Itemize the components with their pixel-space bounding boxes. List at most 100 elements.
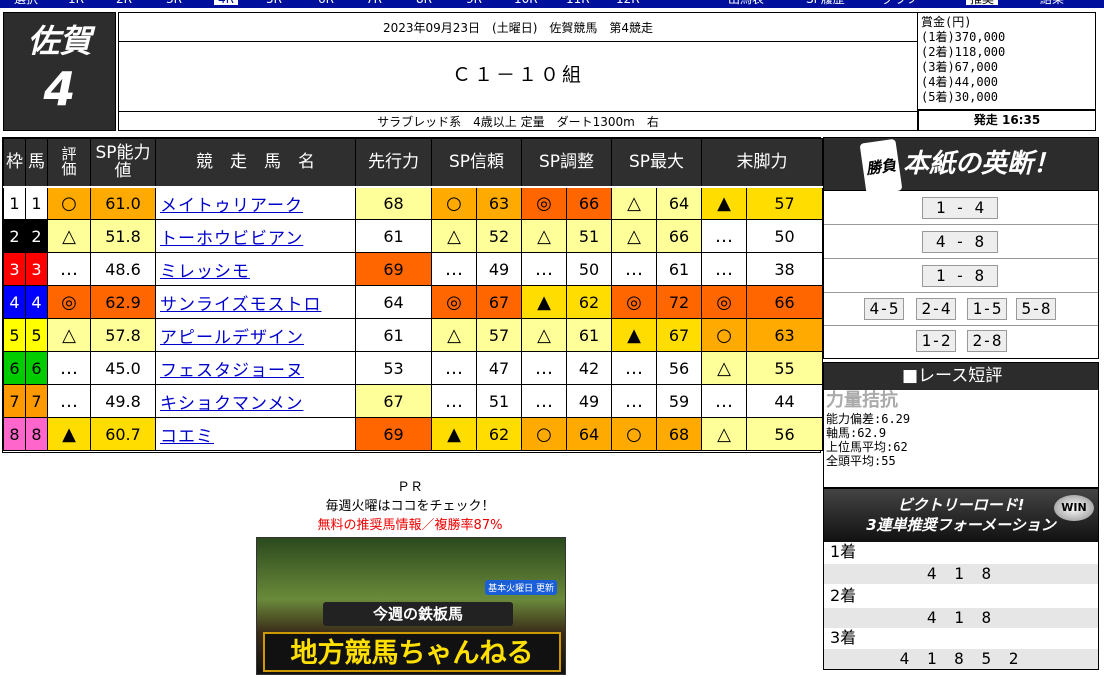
sp-shinrai-mark: ◎ (431, 285, 477, 319)
uma-cell: 1 (25, 186, 48, 220)
sp-max-mark: … (611, 384, 658, 418)
nav-tab[interactable]: 1R (68, 0, 84, 5)
header-hyoka: 評価 (47, 138, 91, 188)
victory-label-1: 1着 (830, 542, 857, 561)
uma-cell: 8 (25, 417, 48, 451)
sp-shinrai-value: 47 (475, 351, 523, 385)
suekyaku-value: 38 (746, 252, 824, 286)
waku-cell: 1 (3, 186, 26, 220)
nav-tab[interactable]: 9R (466, 0, 482, 5)
nav-tab[interactable]: 3R (166, 0, 182, 5)
horse-name-link[interactable]: メイトゥリアーク (155, 186, 356, 220)
uma-cell: 4 (25, 285, 48, 319)
sp-shinrai-mark: △ (431, 219, 477, 253)
pick-chip: 4 - 8 (922, 231, 998, 253)
pick-chip: 1 - 8 (922, 265, 998, 287)
pick-chip: 1 - 4 (922, 197, 998, 219)
suekyaku-mark: ▲ (701, 186, 748, 220)
sp-max-mark: … (611, 252, 658, 286)
race-review: ■レース短評 力量拮抗 能力偏差:6.29 軸馬:62.9 上位馬平均:62 全… (823, 362, 1099, 488)
nav-tab[interactable]: 6R (318, 0, 334, 5)
table-row: 1 1 ○ 61.0 メイトゥリアーク 68 ○ 63 ◎ 66 △ 64 ▲ 57 (3, 186, 824, 220)
verdict-title: 本紙の英断！ (903, 149, 1060, 179)
uma-cell: 7 (25, 384, 48, 418)
nav-link[interactable]: グラフ (882, 0, 918, 5)
uma-cell: 3 (25, 252, 48, 286)
nav-tab[interactable]: 5R (266, 0, 282, 5)
header-sp-max: SP最大 (611, 138, 703, 188)
race-name: Ｃ１－１０組 (451, 64, 584, 86)
table-row: 4 4 ◎ 62.9 サンライズモストロ 64 ◎ 67 ▲ 62 ◎ 72 ◎ 66 (3, 285, 824, 319)
sp-shinrai-mark: … (431, 384, 477, 418)
header-suekyaku: 末脚力 (701, 138, 824, 188)
review-summary: 力量拮抗 (826, 390, 898, 411)
nav-link[interactable]: 出馬表 (728, 0, 764, 5)
sp-chosei-mark: … (521, 351, 568, 385)
waku-cell: 3 (3, 252, 26, 286)
horse-name-link[interactable]: キショクマンメン (155, 384, 356, 418)
pr-banner[interactable]: 基本火曜日 更新 今週の鉄板馬 地方競馬ちゃんねる (256, 537, 566, 675)
pick-chip: 2-8 (967, 330, 1007, 352)
table-row: 6 6… 45.0 フェスタジョーヌ 53… 47… 42… 56 △ 55 (3, 351, 824, 385)
review-line: 上位馬平均:62 (826, 440, 908, 454)
suekyaku-value: 66 (746, 285, 824, 319)
table-row: 7 7… 49.8 キショクマンメン 67… 51… 49… 59… 44 (3, 384, 824, 418)
nav-tab[interactable]: 11R (566, 0, 590, 5)
senko-cell: 67 (355, 384, 432, 418)
senko-cell: 68 (355, 186, 432, 220)
nav-tab[interactable]: 10R (514, 0, 538, 5)
horse-name-link[interactable]: サンライズモストロ (155, 285, 356, 319)
pr-line2[interactable]: 無料の推奨馬情報／複勝率87% (240, 516, 580, 535)
sp-shinrai-value: 67 (475, 285, 523, 319)
sp-value-cell: 62.9 (90, 285, 156, 319)
header-uma: 馬 (25, 138, 48, 188)
picks-panel: 1 - 4 4 - 8 1 - 8 4-5 2-4 1-5 5-8 1-2 2-… (823, 191, 1099, 359)
victory-header[interactable]: ビクトリーロード! 3連単推奨フォーメーション WIN (824, 489, 1098, 542)
header-sp-shinrai: SP信頼 (430, 138, 523, 188)
nav-link[interactable]: SP履歴 (806, 0, 845, 5)
nav-tab[interactable]: 選択 (14, 0, 38, 5)
horse-name-link[interactable]: コエミ (155, 417, 356, 451)
sp-shinrai-mark: … (431, 351, 477, 385)
banner-main: 地方競馬ちゃんねる (263, 632, 561, 672)
uma-cell: 6 (25, 351, 48, 385)
pick-chip: 2-4 (916, 298, 956, 320)
waku-cell: 2 (3, 219, 26, 253)
nav-tab[interactable]: 8R (416, 0, 432, 5)
start-time: 発走 16:35 (918, 110, 1096, 131)
prize-line: (2着)118,000 (921, 45, 1006, 59)
horse-name-link[interactable]: フェスタジョーヌ (155, 351, 356, 385)
review-line: 能力偏差:6.29 (826, 412, 911, 426)
waku-cell: 6 (3, 351, 26, 385)
header-sp-chosei: SP調整 (521, 138, 613, 188)
sp-shinrai-value: 52 (475, 219, 523, 253)
sp-max-mark: △ (611, 219, 658, 253)
suekyaku-value: 56 (746, 417, 824, 451)
horse-name-link[interactable]: ミレッシモ (155, 252, 356, 286)
suekyaku-value: 50 (746, 219, 824, 253)
sp-max-value: 61 (656, 252, 703, 286)
verdict-badge: 勝負 (859, 138, 903, 196)
waku-cell: 5 (3, 318, 26, 352)
race-number: 4 (43, 62, 76, 116)
nav-link[interactable]: 推奨 (966, 0, 999, 5)
venue-name: 佐賀 (27, 22, 92, 60)
sp-value-cell: 49.8 (90, 384, 156, 418)
sp-chosei-value: 50 (566, 252, 613, 286)
sp-value-cell: 61.0 (90, 186, 156, 220)
sp-chosei-value: 66 (566, 186, 613, 220)
nav-link[interactable]: 結果 (1040, 0, 1064, 5)
sp-shinrai-value: 63 (475, 186, 523, 220)
sp-shinrai-value: 51 (475, 384, 523, 418)
table-row: 5 5 △ 57.8 アピールデザイン 61 △ 57 △ 61 ▲ 67 ○ 63 (3, 318, 824, 352)
nav-tab[interactable]: 7R (366, 0, 382, 5)
nav-tab[interactable]: 12R (616, 0, 640, 5)
horse-name-link[interactable]: アピールデザイン (155, 318, 356, 352)
uma-cell: 5 (25, 318, 48, 352)
suekyaku-mark: ◎ (701, 285, 748, 319)
sp-chosei-mark: … (521, 252, 568, 286)
nav-tab[interactable]: 4R (214, 0, 238, 5)
nav-tab[interactable]: 2R (116, 0, 132, 5)
horse-name-link[interactable]: トーホウビビアン (155, 219, 356, 253)
sp-chosei-mark: △ (521, 219, 568, 253)
